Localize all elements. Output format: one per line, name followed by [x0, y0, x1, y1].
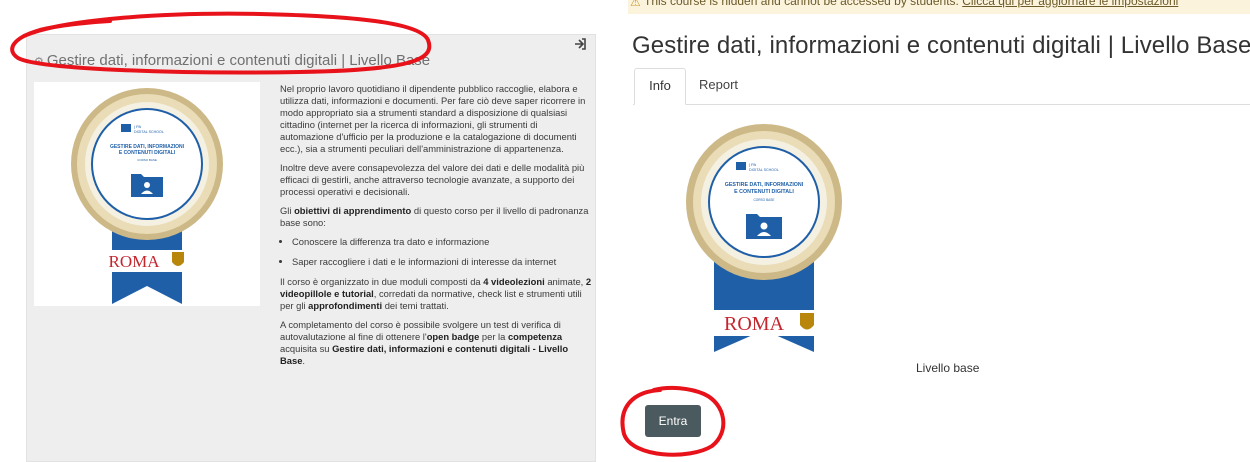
course-level-label: Livello base [916, 361, 980, 375]
description-paragraph-2: Inoltre deve avere consapevolezza del va… [280, 162, 585, 197]
svg-text:DIGITAL SCHOOL: DIGITAL SCHOOL [749, 168, 779, 172]
open-badge-graphic: ROMA | PA DIGITAL SCHOOL GESTIRE DATI, I… [71, 88, 223, 304]
learning-objectives-list: Conoscere la differenza tra dato e infor… [280, 236, 592, 268]
enter-course-button[interactable]: Entra [645, 405, 701, 437]
description-paragraph-5: A completamento del corso è possibile sv… [280, 319, 569, 366]
gear-icon: ⚙ [34, 56, 44, 68]
description-paragraph-3: Gli obiettivi di apprendimento di questo… [280, 205, 589, 228]
description-paragraph-1: Nel proprio lavoro quotidiano il dipende… [280, 83, 586, 154]
warning-icon: ⚠ [630, 0, 641, 9]
svg-text:E CONTENUTI DIGITALI: E CONTENUTI DIGITALI [119, 150, 176, 156]
svg-text:GESTIRE DATI, INFORMAZIONI: GESTIRE DATI, INFORMAZIONI [725, 182, 804, 188]
badge-city-text: ROMA [108, 252, 160, 271]
description-paragraph-4: Il corso è organizzato in due moduli com… [280, 276, 592, 311]
update-settings-link[interactable]: Clicca qui per aggiornare le impostazion… [962, 0, 1178, 8]
sign-in-icon[interactable] [574, 38, 586, 53]
open-badge-graphic: ROMA | PA DIGITAL SCHOOL GESTIRE DATI, I… [686, 124, 842, 352]
tab-info[interactable]: Info [634, 68, 686, 105]
list-item: Conoscere la differenza tra dato e infor… [292, 236, 592, 248]
list-item: Saper raccogliere i dati e le informazio… [292, 256, 592, 268]
course-card-title-text[interactable]: Gestire dati, informazioni e contenuti d… [47, 52, 430, 69]
svg-text:DIGITAL SCHOOL: DIGITAL SCHOOL [134, 130, 164, 134]
svg-text:CORSO BASE: CORSO BASE [753, 198, 774, 202]
course-description: Nel proprio lavoro quotidiano il dipende… [280, 83, 592, 374]
course-badge-image: ROMA | PA DIGITAL SCHOOL GESTIRE DATI, I… [34, 82, 260, 306]
tab-report[interactable]: Report [699, 68, 738, 105]
svg-text:CORSO BASE: CORSO BASE [137, 158, 157, 162]
course-card-title[interactable]: ⚙ Gestire dati, informazioni e contenuti … [34, 52, 430, 69]
svg-text:E CONTENUTI DIGITALI: E CONTENUTI DIGITALI [734, 189, 794, 195]
course-badge-image-large: ROMA | PA DIGITAL SCHOOL GESTIRE DATI, I… [684, 122, 844, 352]
svg-text:| PA: | PA [134, 124, 142, 129]
badge-city-text: ROMA [724, 313, 785, 335]
svg-text:| PA: | PA [749, 162, 757, 167]
page-title: Gestire dati, informazioni e contenuti d… [632, 32, 1250, 59]
hidden-course-warning: ⚠ This course is hidden and cannot be ac… [628, 0, 1250, 14]
